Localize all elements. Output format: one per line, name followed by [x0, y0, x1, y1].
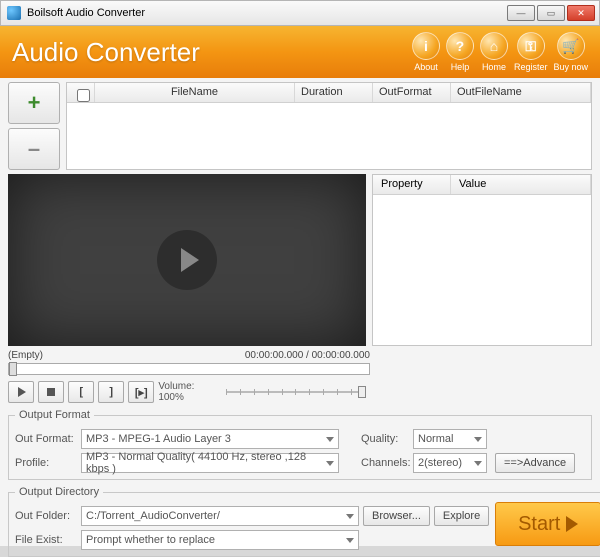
start-button[interactable]: Start	[495, 502, 600, 546]
buy-icon[interactable]: 🛒 Buy now	[553, 32, 588, 72]
preview-panel	[8, 174, 366, 346]
file-list[interactable]: FileName Duration OutFormat OutFileName	[66, 82, 592, 170]
start-arrow-icon	[566, 516, 578, 532]
help-icon[interactable]: ? Help	[446, 32, 474, 72]
add-file-button[interactable]: +	[8, 82, 60, 124]
file-exist-select[interactable]: Prompt whether to replace	[81, 530, 359, 550]
col-check[interactable]	[67, 83, 95, 102]
minimize-button[interactable]: —	[507, 5, 535, 21]
volume-knob[interactable]	[358, 386, 366, 398]
play-button[interactable]	[8, 381, 34, 403]
start-button-label: Start	[518, 513, 560, 536]
about-icon[interactable]: i About	[412, 32, 440, 72]
register-icon-label: Register	[514, 62, 548, 72]
file-exist-label: File Exist:	[15, 534, 77, 546]
buy-icon-glyph: 🛒	[557, 32, 585, 60]
output-directory-group: Output Directory Out Folder: C:/Torrent_…	[8, 486, 600, 557]
timeline-slider[interactable]	[8, 363, 370, 375]
output-directory-legend: Output Directory	[15, 486, 103, 498]
col-value[interactable]: Value	[451, 175, 591, 194]
profile-label: Profile:	[15, 457, 77, 469]
channels-label: Channels:	[361, 457, 409, 469]
advance-button[interactable]: ==>Advance	[495, 453, 575, 473]
output-format-legend: Output Format	[15, 409, 94, 421]
mark-in-button[interactable]: [	[68, 381, 94, 403]
timeline-knob[interactable]	[9, 362, 17, 376]
banner-title: Audio Converter	[12, 37, 200, 68]
mark-out-button[interactable]: ]	[98, 381, 124, 403]
close-button[interactable]: ✕	[567, 5, 595, 21]
about-icon-glyph: i	[412, 32, 440, 60]
output-format-group: Output Format Out Format: MP3 - MPEG-1 A…	[8, 409, 592, 480]
channels-select[interactable]: 2(stereo)	[413, 453, 487, 473]
help-icon-label: Help	[451, 62, 470, 72]
home-icon-label: Home	[482, 62, 506, 72]
col-outfilename[interactable]: OutFileName	[451, 83, 591, 102]
home-icon-glyph: ⌂	[480, 32, 508, 60]
banner: Audio Converter i About? Help ⌂ Home ⚿ Registe…	[0, 26, 600, 78]
help-icon-glyph: ?	[446, 32, 474, 60]
volume-slider[interactable]	[226, 391, 366, 393]
quality-select[interactable]: Normal	[413, 429, 487, 449]
out-folder-select[interactable]: C:/Torrent_AudioConverter/	[81, 506, 359, 526]
home-icon[interactable]: ⌂ Home	[480, 32, 508, 72]
remove-file-button[interactable]: –	[8, 128, 60, 170]
volume-label: Volume:	[158, 381, 194, 392]
maximize-button[interactable]: ▭	[537, 5, 565, 21]
stop-button[interactable]	[38, 381, 64, 403]
timeline-time: 00:00:00.000 / 00:00:00.000	[245, 350, 370, 361]
app-icon	[7, 6, 21, 20]
out-folder-label: Out Folder:	[15, 510, 77, 522]
out-format-label: Out Format:	[15, 433, 77, 445]
explore-button[interactable]: Explore	[434, 506, 489, 526]
window-title: Boilsoft Audio Converter	[27, 7, 145, 19]
about-icon-label: About	[414, 62, 438, 72]
property-panel: Property Value	[372, 174, 592, 346]
select-all-checkbox[interactable]	[77, 89, 90, 102]
buy-icon-label: Buy now	[553, 62, 588, 72]
col-filename[interactable]: FileName	[95, 83, 295, 102]
register-icon[interactable]: ⚿ Register	[514, 32, 548, 72]
preview-play-button[interactable]	[157, 230, 217, 290]
profile-select[interactable]: MP3 - Normal Quality( 44100 Hz, stereo ,…	[81, 453, 339, 473]
out-format-select[interactable]: MP3 - MPEG-1 Audio Layer 3	[81, 429, 339, 449]
register-icon-glyph: ⚿	[517, 32, 545, 60]
quality-label: Quality:	[361, 433, 409, 445]
col-outformat[interactable]: OutFormat	[373, 83, 451, 102]
browser-button[interactable]: Browser...	[363, 506, 430, 526]
col-duration[interactable]: Duration	[295, 83, 373, 102]
timeline-empty-label: (Empty)	[8, 350, 43, 361]
volume-value: 100%	[158, 392, 184, 403]
col-property[interactable]: Property	[373, 175, 451, 194]
titlebar: Boilsoft Audio Converter — ▭ ✕	[0, 0, 600, 26]
play-selection-button[interactable]: [▸]	[128, 381, 154, 403]
